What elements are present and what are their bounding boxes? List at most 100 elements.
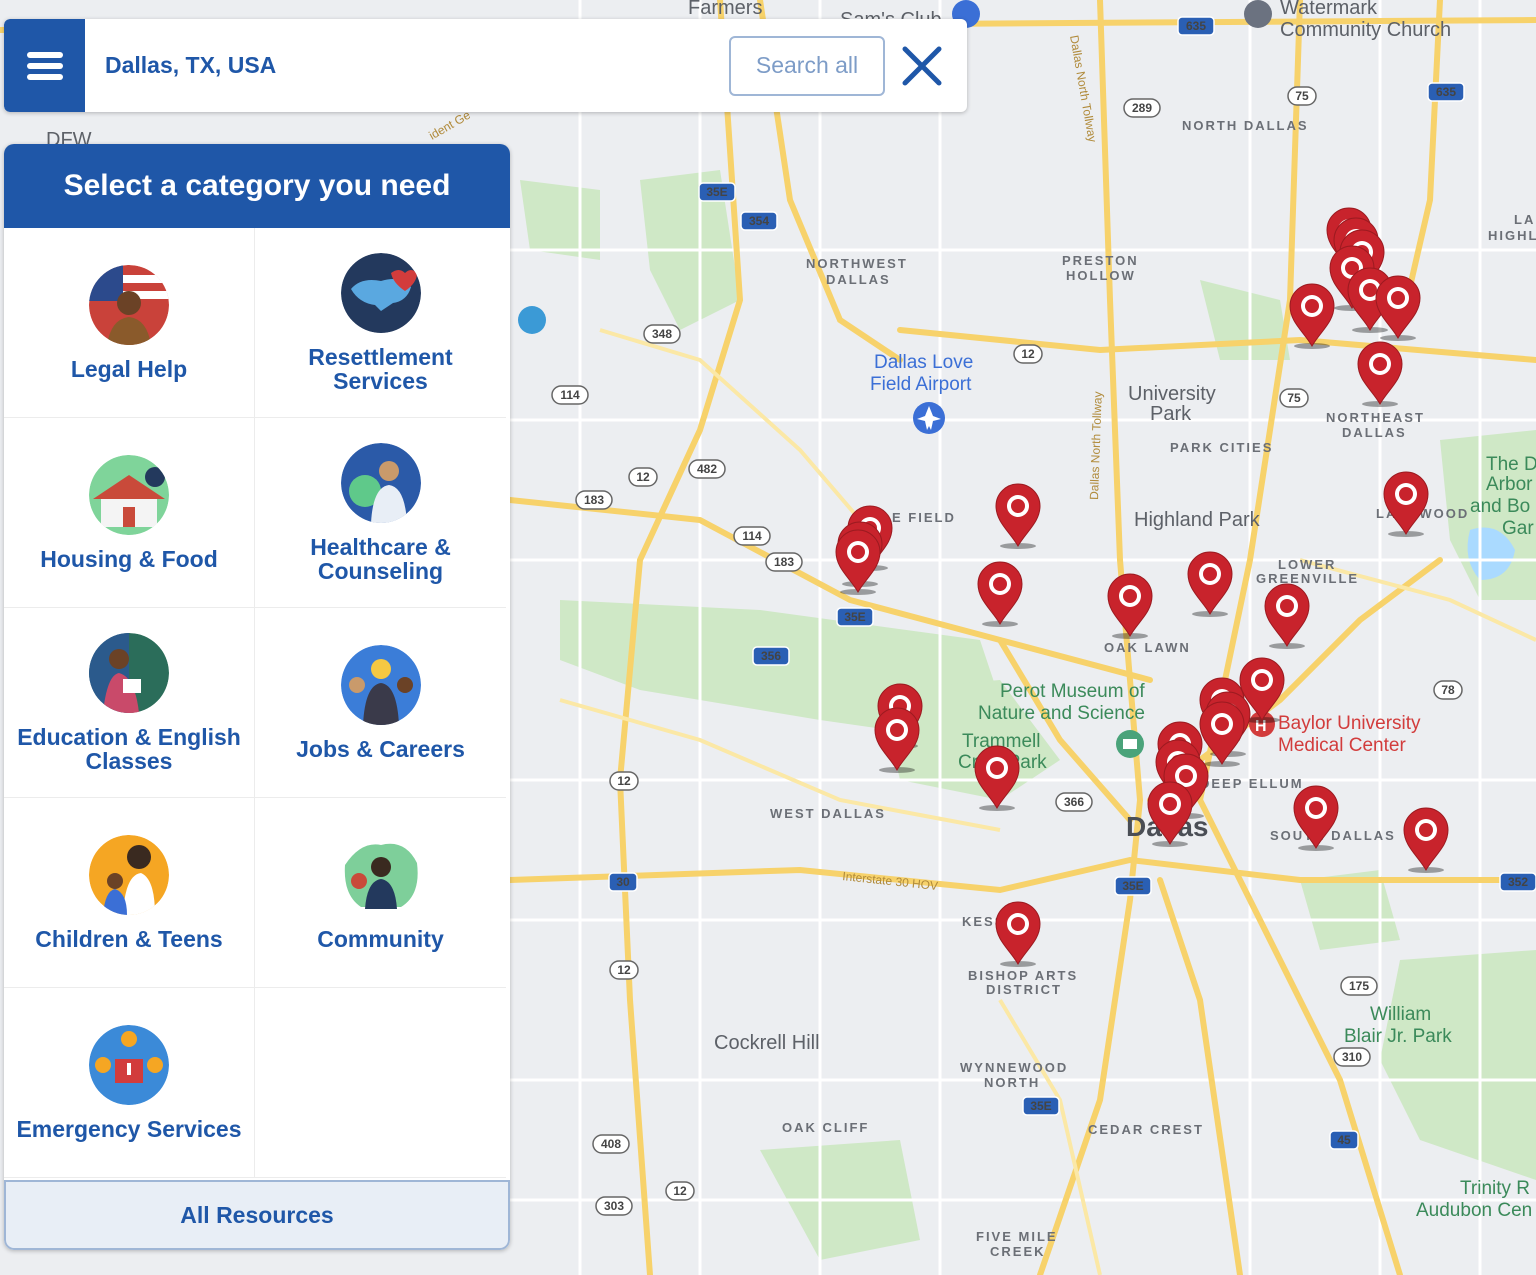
label-arboretum-4: Gar bbox=[1502, 518, 1534, 539]
highway-shield: 303 bbox=[595, 1196, 633, 1216]
resettlement-icon bbox=[340, 252, 421, 333]
label-william: William bbox=[1370, 1004, 1431, 1025]
highway-shield: 12 bbox=[665, 1181, 695, 1201]
category-legal-help[interactable]: Legal Help bbox=[4, 228, 255, 418]
highway-shield-label: 12 bbox=[617, 774, 631, 788]
label-park-cities: PARK CITIES bbox=[1170, 440, 1273, 455]
label-baylor-2: Medical Center bbox=[1278, 735, 1406, 756]
label-oak-cliff: OAK CLIFF bbox=[782, 1120, 869, 1135]
highway-shield: 348 bbox=[643, 324, 681, 344]
highway-shield-label: 635 bbox=[1436, 85, 1456, 99]
highway-shield: 408 bbox=[592, 1134, 630, 1154]
highway-shield-label: 408 bbox=[601, 1137, 621, 1151]
highway-shield: 114 bbox=[733, 526, 771, 546]
category-label: Jobs & Careers bbox=[296, 735, 465, 762]
highway-shield-label: 356 bbox=[761, 649, 781, 663]
close-button[interactable] bbox=[899, 43, 945, 89]
category-jobs-careers[interactable]: Jobs & Careers bbox=[255, 608, 506, 798]
category-community[interactable]: Community bbox=[255, 798, 506, 988]
highway-shield-label: 114 bbox=[560, 388, 580, 402]
highway-shield: 75 bbox=[1279, 388, 1309, 408]
emergency-icon bbox=[89, 1024, 169, 1105]
label-field: E FIELD bbox=[892, 510, 956, 525]
label-northwest: NORTHWEST bbox=[806, 256, 908, 271]
label-university: University bbox=[1128, 383, 1216, 405]
label-community-church: Community Church bbox=[1280, 19, 1451, 41]
category-resettlement-services[interactable]: Resettlement Services bbox=[255, 228, 506, 418]
highway-shield: 75 bbox=[1287, 86, 1317, 106]
highway-shield: 356 bbox=[752, 646, 790, 666]
category-children-teens[interactable]: Children & Teens bbox=[4, 798, 255, 988]
healthcare-icon bbox=[340, 442, 421, 523]
label-south-dallas: SOUTH DALLAS bbox=[1270, 828, 1396, 843]
label-baylor: Baylor University bbox=[1278, 713, 1421, 734]
highway-shield: 35E bbox=[1114, 876, 1152, 896]
highway-shield: 310 bbox=[1333, 1047, 1371, 1067]
category-emergency-services[interactable]: Emergency Services bbox=[4, 988, 255, 1178]
label-deep-ellum: DEEP ELLUM bbox=[1200, 776, 1304, 791]
highway-shield-label: 12 bbox=[636, 470, 650, 484]
highway-shield-label: 310 bbox=[1342, 1050, 1362, 1064]
jobs-icon bbox=[340, 644, 421, 725]
label-wynnewood: WYNNEWOOD bbox=[960, 1060, 1068, 1075]
label-audubon: Audubon Cen bbox=[1416, 1200, 1532, 1221]
label-five-mile: FIVE MILE bbox=[976, 1229, 1058, 1244]
community-icon bbox=[340, 834, 421, 915]
highway-shield-label: 35E bbox=[1122, 879, 1143, 893]
highway-shield: 183 bbox=[575, 490, 613, 510]
highway-shield: 114 bbox=[551, 385, 589, 405]
highway-shield: 35E bbox=[698, 182, 736, 202]
hamburger-icon bbox=[26, 47, 63, 85]
highway-shield: 12 bbox=[628, 467, 658, 487]
label-greenville: GREENVILLE bbox=[1256, 571, 1359, 586]
camera-icon[interactable] bbox=[518, 306, 546, 334]
label-wynnewood-2: NORTH bbox=[984, 1075, 1040, 1090]
children-icon bbox=[89, 834, 169, 915]
label-perot: Perot Museum of bbox=[1000, 681, 1145, 702]
category-healthcare-counseling[interactable]: Healthcare & Counseling bbox=[255, 418, 506, 608]
highway-shield-label: 30 bbox=[616, 875, 630, 889]
label-cedar-crest: CEDAR CREST bbox=[1088, 1122, 1204, 1137]
label-trinity: Trinity R bbox=[1460, 1178, 1530, 1199]
highway-shield: 12 bbox=[609, 771, 639, 791]
highway-shield: 35E bbox=[1022, 1096, 1060, 1116]
label-bishop-arts: BISHOP ARTS bbox=[968, 968, 1078, 983]
location-search-input[interactable]: Dallas, TX, USA bbox=[85, 52, 729, 79]
label-northeast: NORTHEAST bbox=[1326, 410, 1425, 425]
label-oak-lawn: OAK LAWN bbox=[1104, 640, 1191, 655]
museum-icon[interactable] bbox=[1116, 730, 1144, 758]
highway-shield: 30 bbox=[608, 872, 638, 892]
highway-shield: 352 bbox=[1499, 872, 1536, 892]
highway-shield: 12 bbox=[1013, 344, 1043, 364]
highway-shield-label: 354 bbox=[749, 214, 769, 228]
category-education-english[interactable]: Education & English Classes bbox=[4, 608, 255, 798]
highway-shield-label: 183 bbox=[584, 493, 604, 507]
highway-shield: 45 bbox=[1329, 1130, 1359, 1150]
search-all-button[interactable]: Search all bbox=[729, 35, 885, 96]
highway-shield: 635 bbox=[1177, 16, 1215, 36]
highway-shield-label: 75 bbox=[1295, 89, 1309, 103]
label-lower: LOWER bbox=[1278, 557, 1336, 572]
category-housing-food[interactable]: Housing & Food bbox=[4, 418, 255, 608]
highway-shield-label: 35E bbox=[1030, 1099, 1051, 1113]
label-love-field: Dallas Love bbox=[874, 352, 973, 373]
category-label: Housing & Food bbox=[40, 545, 218, 572]
church-icon[interactable] bbox=[1244, 0, 1272, 28]
highway-shield: 12 bbox=[609, 960, 639, 980]
highway-shield-label: 75 bbox=[1287, 391, 1301, 405]
label-northwest-2: DALLAS bbox=[826, 272, 891, 287]
label-arboretum-2: Arbor bbox=[1486, 474, 1533, 495]
search-bar: Dallas, TX, USA Search all bbox=[4, 19, 967, 112]
label-arboretum: The D bbox=[1486, 454, 1536, 475]
panel-title: Select a category you need bbox=[4, 144, 510, 228]
menu-button[interactable] bbox=[4, 19, 85, 112]
all-resources-button[interactable]: All Resources bbox=[4, 1180, 510, 1250]
highway-shield: 175 bbox=[1340, 976, 1378, 996]
category-label: Healthcare & Counseling bbox=[310, 533, 451, 584]
airport-icon[interactable] bbox=[913, 402, 945, 434]
category-grid: Legal Help Resettlement Services Housing… bbox=[4, 228, 510, 1178]
label-west-dallas: WEST DALLAS bbox=[770, 806, 886, 821]
highway-shield-label: 35E bbox=[844, 610, 865, 624]
label-preston-2: HOLLOW bbox=[1066, 268, 1136, 283]
label-cockrell-hill: Cockrell Hill bbox=[714, 1032, 820, 1054]
